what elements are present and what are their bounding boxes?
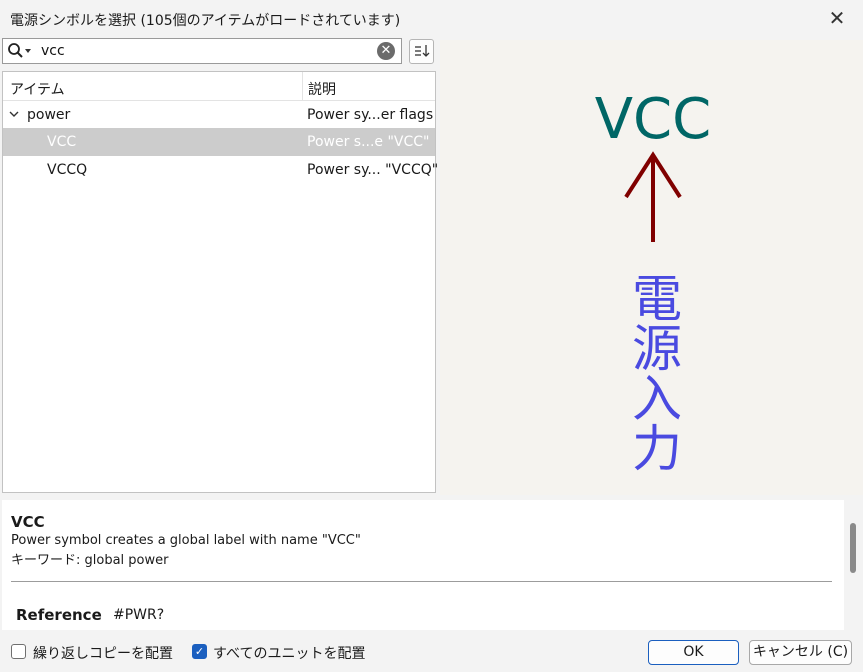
- annotation-text: 電源入力: [624, 272, 682, 472]
- details-description: Power symbol creates a global label with…: [11, 533, 361, 548]
- details-scrollbar[interactable]: [846, 500, 860, 630]
- window-title: 電源シンボルを選択 (105個のアイテムがロードされています): [10, 13, 401, 29]
- tree-row-vcc[interactable]: VCC Power s...e "VCC": [3, 128, 435, 156]
- sort-icon: [415, 45, 430, 57]
- reference-label: Reference: [16, 606, 102, 624]
- close-icon[interactable]: ✕: [825, 6, 849, 30]
- tree-header: アイテム 説明: [3, 72, 435, 101]
- search-input[interactable]: [41, 41, 361, 61]
- symbol-preview: VCC 電源入力: [440, 40, 863, 495]
- symbol-preview-canvas: VCC 電源入力: [595, 87, 712, 472]
- reference-value: #PWR?: [113, 607, 165, 623]
- search-box[interactable]: ✕: [2, 38, 402, 64]
- tree-row-vccq[interactable]: VCCQ Power sy... "VCCQ": [3, 156, 439, 184]
- all-units-checkbox[interactable]: ✓: [192, 644, 207, 659]
- column-header-description[interactable]: 説明: [308, 79, 336, 99]
- title-bar: 電源シンボルを選択 (105個のアイテムがロードされています) ✕: [0, 0, 863, 37]
- column-divider[interactable]: [302, 72, 303, 100]
- scrollbar-thumb[interactable]: [850, 523, 856, 573]
- checkmark-icon: ✓: [194, 645, 205, 658]
- tree-row-name: power: [27, 107, 71, 123]
- ok-button[interactable]: OK: [648, 640, 739, 665]
- tree-row-name: VCC: [47, 134, 77, 150]
- all-units-label[interactable]: すべてのユニットを配置: [213, 643, 365, 663]
- details-panel: VCC Power symbol creates a global label …: [2, 500, 844, 630]
- tree-row-desc: Power sy...er flags: [307, 107, 434, 123]
- details-title: VCC: [11, 513, 45, 531]
- repeat-copy-checkbox[interactable]: [11, 644, 26, 659]
- tree-row-desc: Power sy... "VCCQ": [307, 162, 439, 178]
- details-divider: [11, 581, 832, 582]
- details-keywords: キーワード: global power: [11, 553, 169, 568]
- tree-row-name: VCCQ: [47, 162, 88, 178]
- symbol-tree[interactable]: アイテム 説明 power Power sy...er flags VCC Po…: [2, 71, 439, 493]
- tree-row-power[interactable]: power Power sy...er flags: [3, 101, 435, 129]
- repeat-copy-label[interactable]: 繰り返しコピーを配置: [33, 643, 173, 663]
- tree-row-desc: Power s...e "VCC": [307, 134, 430, 150]
- clear-icon[interactable]: ✕: [377, 42, 395, 60]
- column-header-item[interactable]: アイテム: [10, 79, 65, 99]
- chevron-down-icon[interactable]: [8, 107, 20, 121]
- search-icon[interactable]: [7, 42, 33, 60]
- sort-button[interactable]: [409, 39, 434, 64]
- symbol-name-text: VCC: [595, 87, 712, 152]
- cancel-button[interactable]: キャンセル (C): [749, 640, 852, 665]
